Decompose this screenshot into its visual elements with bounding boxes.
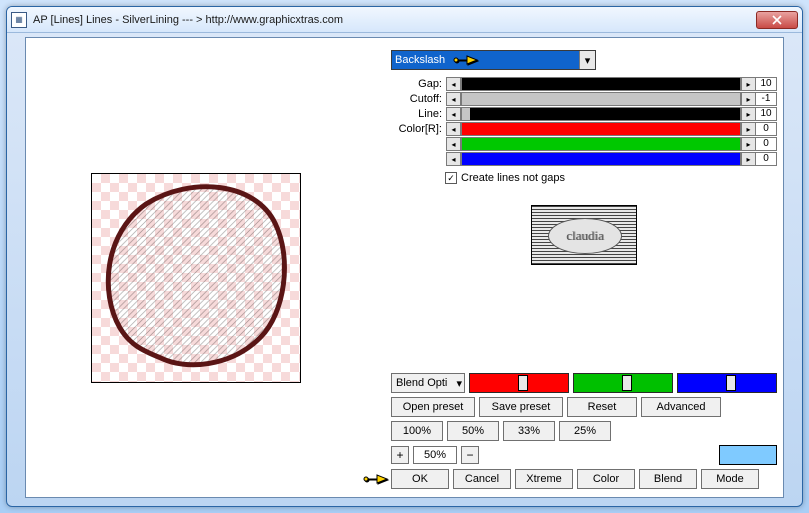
slider-cutoff-label: Cutoff: <box>391 93 446 105</box>
slider-r-dec[interactable]: ◂ <box>446 122 461 136</box>
pct-50-button[interactable]: 50% <box>447 421 499 441</box>
slider-b-track[interactable] <box>461 152 741 166</box>
blend-slider-g[interactable] <box>573 373 673 393</box>
create-lines-checkbox[interactable]: ✓ <box>445 172 457 184</box>
slider-gap-value[interactable]: 10 <box>755 77 777 91</box>
slider-cutoff-value[interactable]: -1 <box>755 92 777 106</box>
slider-line-dec[interactable]: ◂ <box>446 107 461 121</box>
client-area: Backslash ▾ Gap: ◂ ▸ 10 Cutoff: <box>25 37 784 498</box>
slider-gap-dec[interactable]: ◂ <box>446 77 461 91</box>
advanced-button[interactable]: Advanced <box>641 397 721 417</box>
zoom-out-button[interactable]: − <box>461 446 479 464</box>
preset-row: Open preset Save preset Reset Advanced <box>391 397 777 417</box>
zoom-row: + 50% − <box>391 445 777 465</box>
zoom-in-button[interactable]: + <box>391 446 409 464</box>
color-button[interactable]: Color <box>577 469 635 489</box>
slider-r-value[interactable]: 0 <box>755 122 777 136</box>
slider-cutoff-inc[interactable]: ▸ <box>741 92 756 106</box>
slider-line-inc[interactable]: ▸ <box>741 107 756 121</box>
slider-line-value[interactable]: 10 <box>755 107 777 121</box>
vendor-logo: claudia <box>531 205 637 265</box>
slider-gap-inc[interactable]: ▸ <box>741 77 756 91</box>
close-button[interactable] <box>756 11 798 29</box>
create-lines-row: ✓ Create lines not gaps <box>445 172 777 184</box>
close-icon <box>772 15 782 25</box>
slider-block: Gap: ◂ ▸ 10 Cutoff: ◂ ▸ -1 Line: ◂ <box>391 76 777 166</box>
slider-g: ◂ ▸ 0 <box>391 136 777 152</box>
slider-gap-track[interactable] <box>461 77 741 91</box>
slider-line-track[interactable] <box>461 107 741 121</box>
bottom-controls: Blend Opti ▾ Open preset Save preset Res… <box>391 373 777 489</box>
preview-panel <box>91 173 301 383</box>
titlebar[interactable]: ▦ AP [Lines] Lines - SilverLining --- > … <box>7 7 802 33</box>
slider-line: Line: ◂ ▸ 10 <box>391 106 777 122</box>
slider-r: Color[R]: ◂ ▸ 0 <box>391 121 777 137</box>
pct-100-button[interactable]: 100% <box>391 421 443 441</box>
slider-cutoff-track[interactable] <box>461 92 741 106</box>
line-type-value: Backslash <box>395 54 445 66</box>
slider-cutoff-dec[interactable]: ◂ <box>446 92 461 106</box>
slider-b-value[interactable]: 0 <box>755 152 777 166</box>
zoom-value[interactable]: 50% <box>413 446 457 464</box>
blend-combo-value: Blend Opti <box>396 377 447 389</box>
slider-g-track[interactable] <box>461 137 741 151</box>
save-preset-button[interactable]: Save preset <box>479 397 563 417</box>
slider-g-dec[interactable]: ◂ <box>446 137 461 151</box>
vendor-logo-text: claudia <box>548 218 622 254</box>
window-title: AP [Lines] Lines - SilverLining --- > ht… <box>33 14 756 26</box>
slider-r-track[interactable] <box>461 122 741 136</box>
pct-row: 100% 50% 33% 25% <box>391 421 777 441</box>
app-window: ▦ AP [Lines] Lines - SilverLining --- > … <box>6 6 803 507</box>
pointer-hand-icon <box>363 470 389 488</box>
line-type-combo[interactable]: Backslash ▾ <box>391 50 596 70</box>
app-icon: ▦ <box>11 12 27 28</box>
slider-b-inc[interactable]: ▸ <box>741 152 756 166</box>
slider-g-inc[interactable]: ▸ <box>741 137 756 151</box>
blend-button[interactable]: Blend <box>639 469 697 489</box>
reset-button[interactable]: Reset <box>567 397 637 417</box>
blend-slider-r[interactable] <box>469 373 569 393</box>
blend-combo[interactable]: Blend Opti ▾ <box>391 373 465 393</box>
blend-row: Blend Opti ▾ <box>391 373 777 393</box>
pct-25-button[interactable]: 25% <box>559 421 611 441</box>
open-preset-button[interactable]: Open preset <box>391 397 475 417</box>
slider-r-label: Color[R]: <box>391 123 446 135</box>
blend-slider-b[interactable] <box>677 373 777 393</box>
preview-shape <box>92 174 300 382</box>
pct-33-button[interactable]: 33% <box>503 421 555 441</box>
slider-gap: Gap: ◂ ▸ 10 <box>391 76 777 92</box>
ok-button[interactable]: OK <box>391 469 449 489</box>
xtreme-button[interactable]: Xtreme <box>515 469 573 489</box>
slider-g-value[interactable]: 0 <box>755 137 777 151</box>
slider-cutoff: Cutoff: ◂ ▸ -1 <box>391 91 777 107</box>
slider-r-inc[interactable]: ▸ <box>741 122 756 136</box>
combo-dropdown-button[interactable]: ▾ <box>579 51 595 69</box>
slider-b: ◂ ▸ 0 <box>391 151 777 167</box>
color-swatch[interactable] <box>719 445 777 465</box>
mode-button[interactable]: Mode <box>701 469 759 489</box>
slider-line-label: Line: <box>391 108 446 120</box>
preview-checker <box>92 174 300 382</box>
right-panel: Backslash ▾ Gap: ◂ ▸ 10 Cutoff: <box>391 50 777 491</box>
slider-gap-label: Gap: <box>391 78 446 90</box>
action-row: OK Cancel Xtreme Color Blend Mode <box>391 469 777 489</box>
slider-b-dec[interactable]: ◂ <box>446 152 461 166</box>
create-lines-label: Create lines not gaps <box>461 172 565 184</box>
cancel-button[interactable]: Cancel <box>453 469 511 489</box>
